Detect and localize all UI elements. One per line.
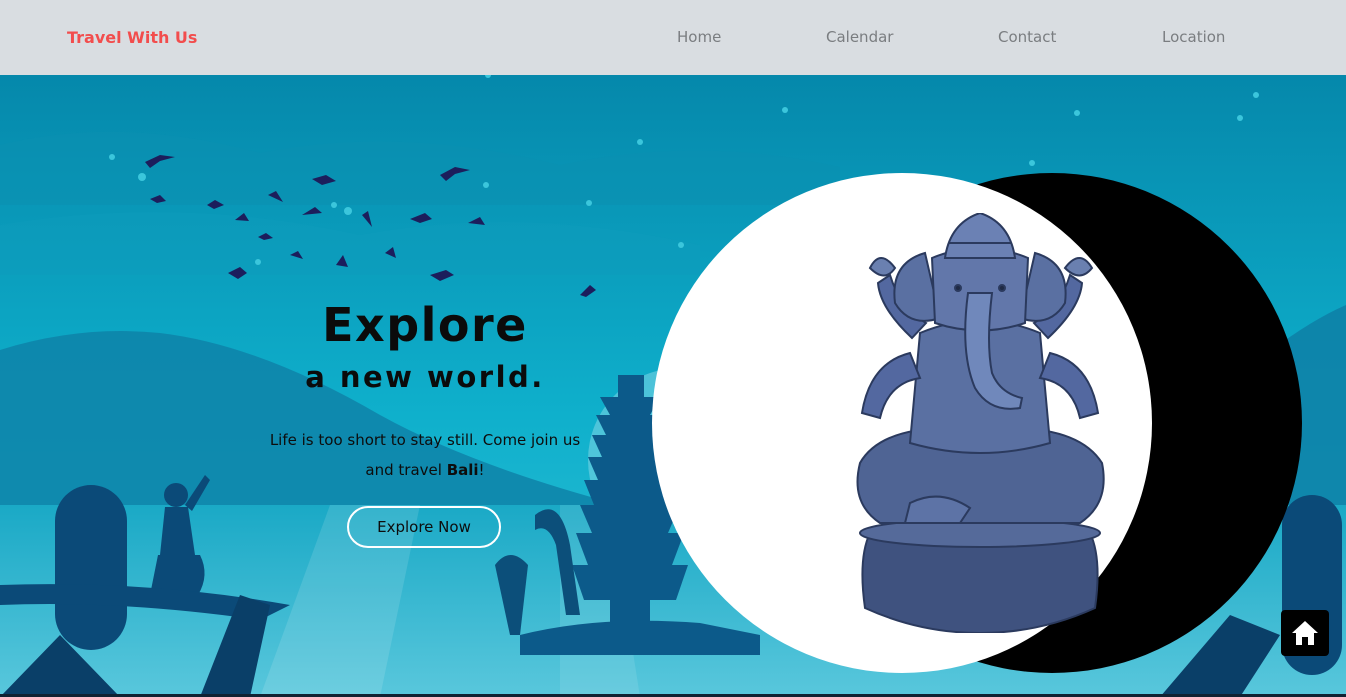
home-icon: [1292, 621, 1318, 645]
hero-subheadline: a new world.: [305, 360, 545, 394]
nav-link-location[interactable]: Location: [1162, 28, 1225, 46]
hero-tagline-text: Life is too short to stay still. Come jo…: [269, 431, 581, 479]
hero-tagline-highlight: Bali: [446, 461, 479, 479]
home-fab-button[interactable]: [1281, 610, 1329, 656]
explore-now-button[interactable]: Explore Now: [347, 506, 501, 548]
ganesha-statue-icon: [856, 213, 1105, 633]
nav-link-contact[interactable]: Contact: [998, 28, 1056, 46]
hero-section: Explore a new world. Life is too short t…: [0, 75, 1346, 697]
top-navbar: Travel With Us Home Calendar Contact Loc…: [0, 0, 1346, 75]
nav-link-calendar[interactable]: Calendar: [826, 28, 893, 46]
hero-headline: Explore: [322, 298, 528, 352]
brand-logo-link[interactable]: Travel With Us: [67, 28, 197, 47]
nav-link-home[interactable]: Home: [677, 28, 721, 46]
hero-tagline: Life is too short to stay still. Come jo…: [268, 425, 582, 485]
hero-tagline-end: !: [478, 461, 485, 479]
